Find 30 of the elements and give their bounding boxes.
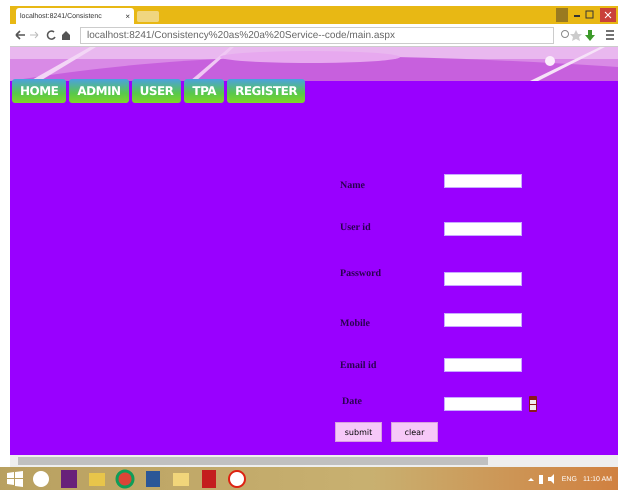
- field-label: Email id: [340, 360, 378, 371]
- taskbar-app-icon[interactable]: [30, 469, 52, 489]
- input-field[interactable]: [444, 272, 522, 286]
- nav-tab[interactable]: USER: [132, 79, 182, 103]
- input-field[interactable]: [444, 313, 522, 327]
- taskbar-app-icon[interactable]: [58, 469, 80, 489]
- field-label: Date: [342, 396, 363, 407]
- field-label: User id: [340, 222, 372, 233]
- clear-button[interactable]: clear: [391, 422, 438, 442]
- input-field[interactable]: [444, 222, 522, 236]
- input-field[interactable]: [444, 174, 522, 188]
- window-controls-icon[interactable]: [556, 8, 616, 22]
- start-icon[interactable]: [6, 470, 24, 488]
- taskbar-app-icon[interactable]: [114, 469, 136, 489]
- address-field[interactable]: localhost:8241/Consistency%20as%20a%20Service--code/main.aspx: [80, 26, 554, 44]
- nav-tab[interactable]: ADMIN: [69, 79, 129, 103]
- input-field[interactable]: [444, 397, 522, 411]
- nav-tab[interactable]: TPA: [184, 79, 224, 103]
- field-label: Password: [340, 268, 382, 279]
- nav-tab[interactable]: HOME: [12, 79, 66, 103]
- calendar-icon[interactable]: [529, 396, 537, 412]
- field-label: Name: [340, 180, 366, 191]
- menu-icon[interactable]: [606, 29, 614, 41]
- nav-tab[interactable]: REGISTER: [227, 79, 306, 103]
- tray-icons[interactable]: [526, 473, 556, 485]
- horizontal-scrollbar[interactable]: [10, 455, 618, 467]
- field-label: Mobile: [340, 318, 371, 329]
- input-field[interactable]: [444, 358, 522, 372]
- submit-button[interactable]: submit: [335, 422, 382, 442]
- taskbar-app-icon[interactable]: [226, 469, 248, 489]
